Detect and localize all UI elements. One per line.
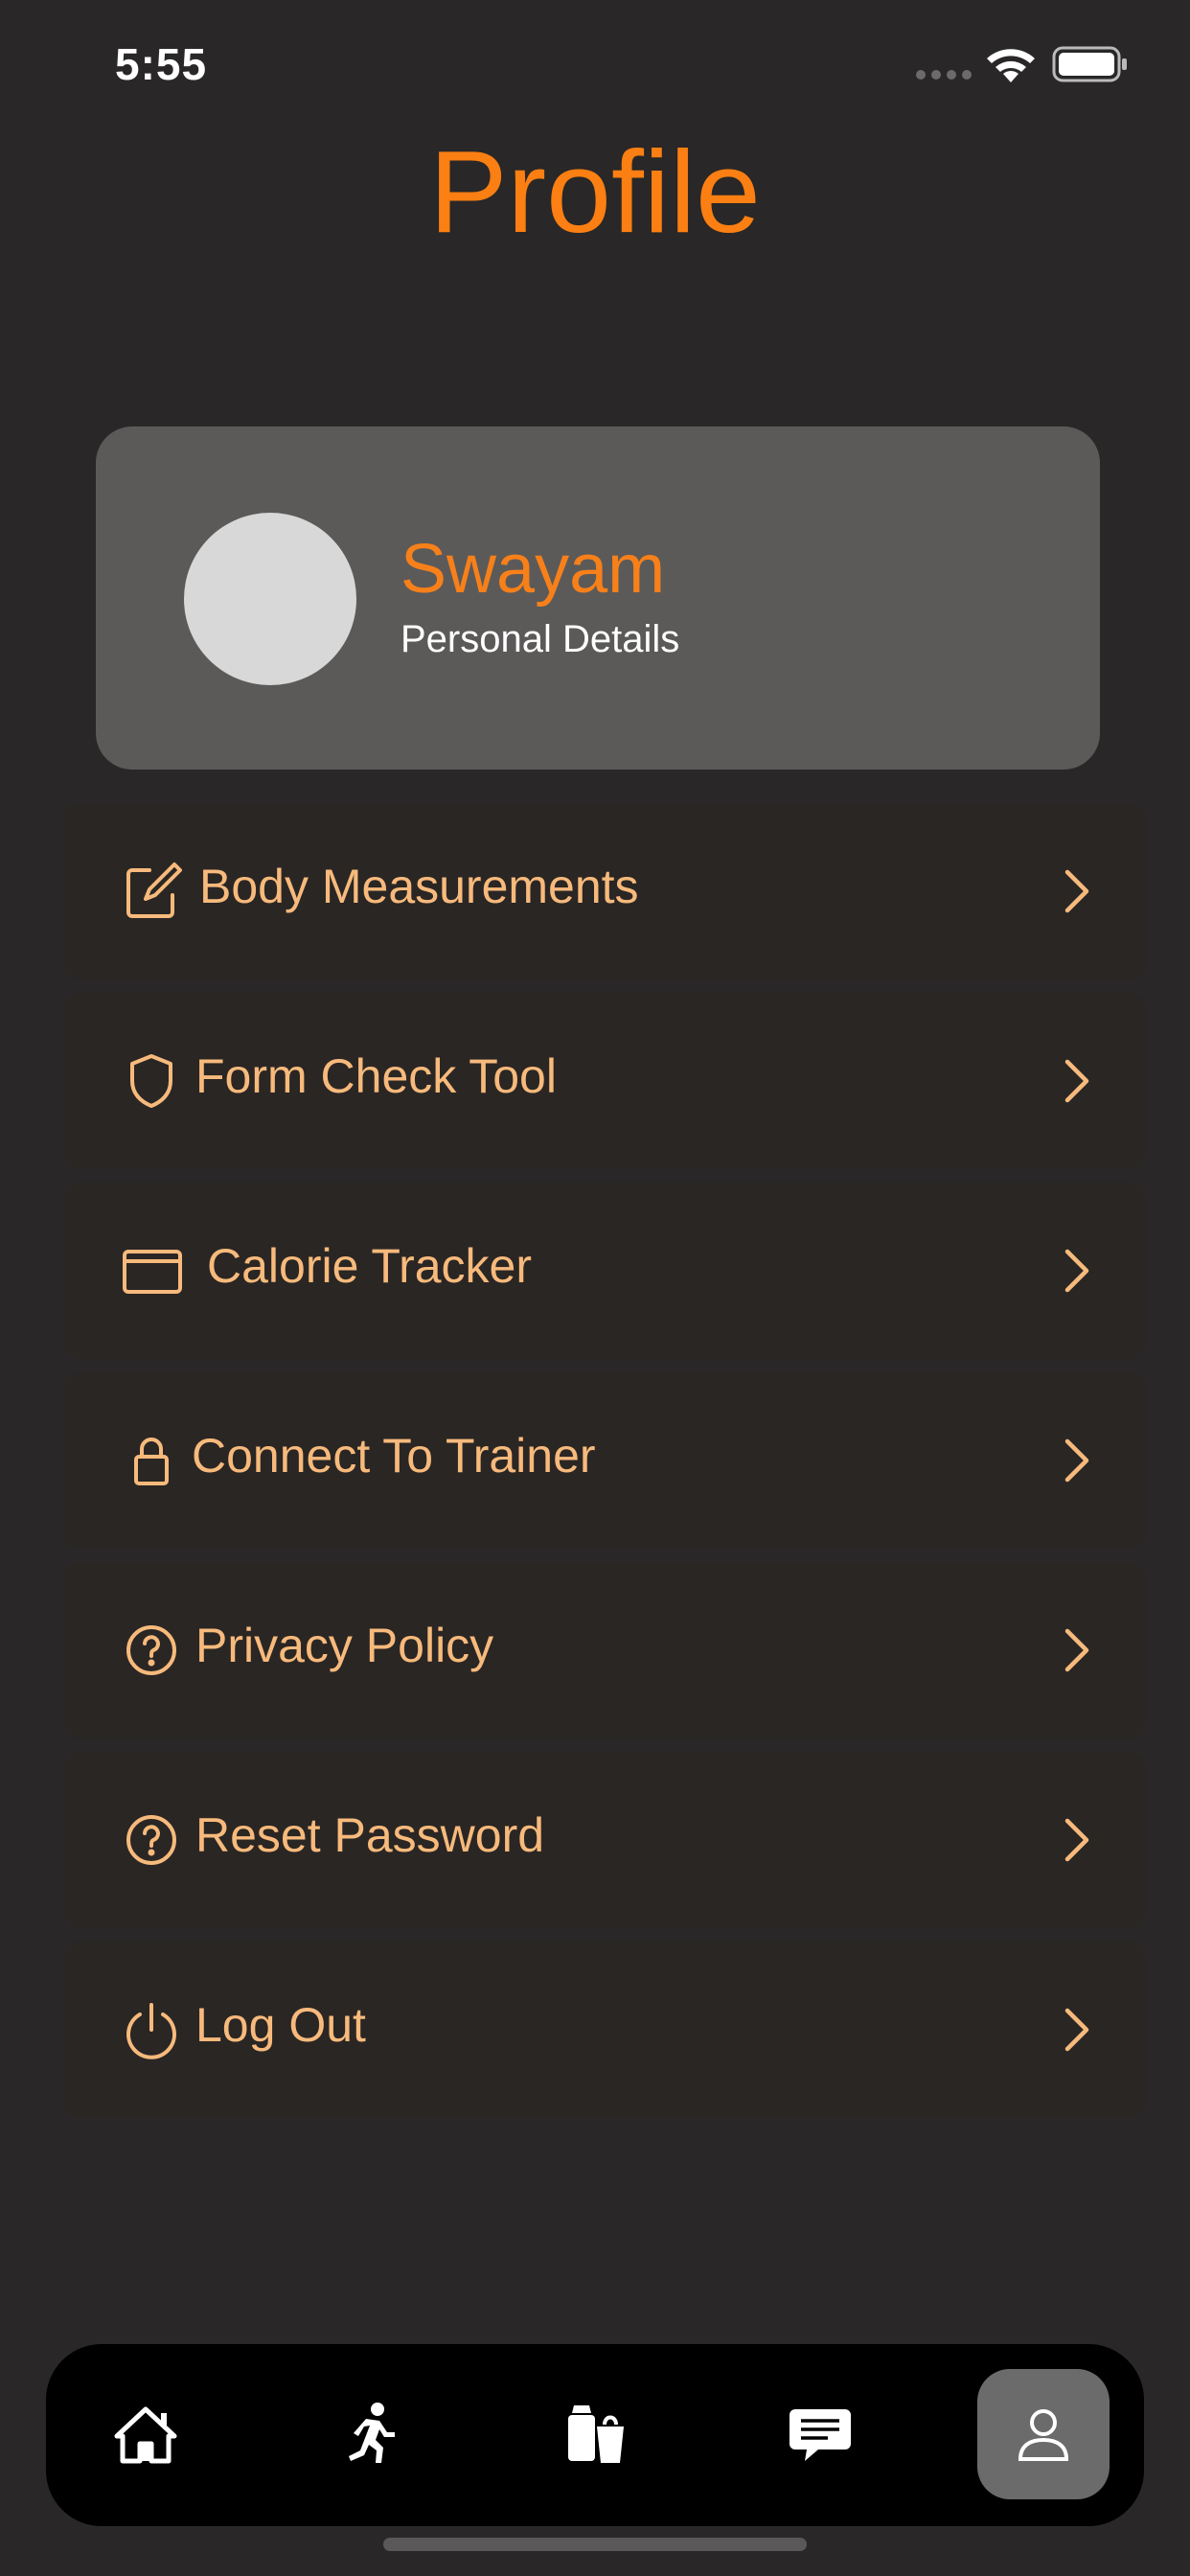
profile-card[interactable]: Swayam Personal Details [96,426,1100,770]
page-title: Profile [429,126,761,257]
home-indicator [383,2538,807,2551]
chat-bubble-icon [790,2409,851,2461]
menu-item-label: Body Measurements [199,860,639,913]
chevron-right-icon [1041,1995,1110,2064]
battery-icon [1052,46,1127,82]
menu-item-calorie-tracker[interactable]: Calorie Tracker [63,1183,1146,1359]
menu-item-privacy-policy[interactable]: Privacy Policy [63,1562,1146,1738]
menu-item-label: Connect To Trainer [192,1429,596,1483]
menu-item-body-measurements[interactable]: Body Measurements [63,803,1146,979]
card-icon [117,1236,186,1305]
profile-name: Swayam [400,531,666,608]
menu-item-form-check-tool[interactable]: Form Check Tool [63,993,1146,1169]
help-circle-icon [117,1616,186,1685]
power-icon [117,1995,186,2064]
running-icon [349,2403,395,2463]
tab-workout[interactable] [307,2369,437,2499]
lock-icon [117,1426,186,1495]
personal-details-label: Personal Details [400,618,680,660]
chevron-right-icon [1041,1806,1110,1874]
signal-icon [916,70,972,80]
menu-item-label: Form Check Tool [195,1049,557,1103]
chevron-right-icon [1041,1236,1110,1305]
menu-item-label: Log Out [195,1998,366,2052]
chevron-right-icon [1041,1046,1110,1116]
wifi-icon [987,49,1035,82]
home-icon [114,2406,177,2464]
menu-item-label: Calorie Tracker [207,1239,532,1293]
tab-messages[interactable] [755,2369,885,2499]
menu-item-label: Privacy Policy [195,1619,494,1672]
person-icon [1018,2409,1069,2461]
menu-item-reset-password[interactable]: Reset Password [63,1752,1146,1928]
tab-bar [46,2344,1144,2526]
status-bar: 5:55 [0,0,1190,134]
status-time: 5:55 [115,39,208,89]
chevron-right-icon [1041,857,1110,926]
edit-square-icon [117,857,186,926]
menu-item-connect-to-trainer[interactable]: Connect To Trainer [63,1372,1146,1549]
grocery-bag-icon [568,2405,624,2463]
chevron-right-icon [1041,1616,1110,1685]
tab-home[interactable] [80,2369,211,2499]
chevron-right-icon [1041,1426,1110,1495]
menu-item-label: Reset Password [195,1808,545,1862]
shield-icon [117,1046,186,1116]
avatar[interactable] [184,513,356,685]
tab-profile[interactable] [977,2369,1110,2499]
menu-item-log-out[interactable]: Log Out [63,1942,1146,2118]
tab-nutrition[interactable] [530,2369,660,2499]
help-circle-icon [117,1806,186,1874]
